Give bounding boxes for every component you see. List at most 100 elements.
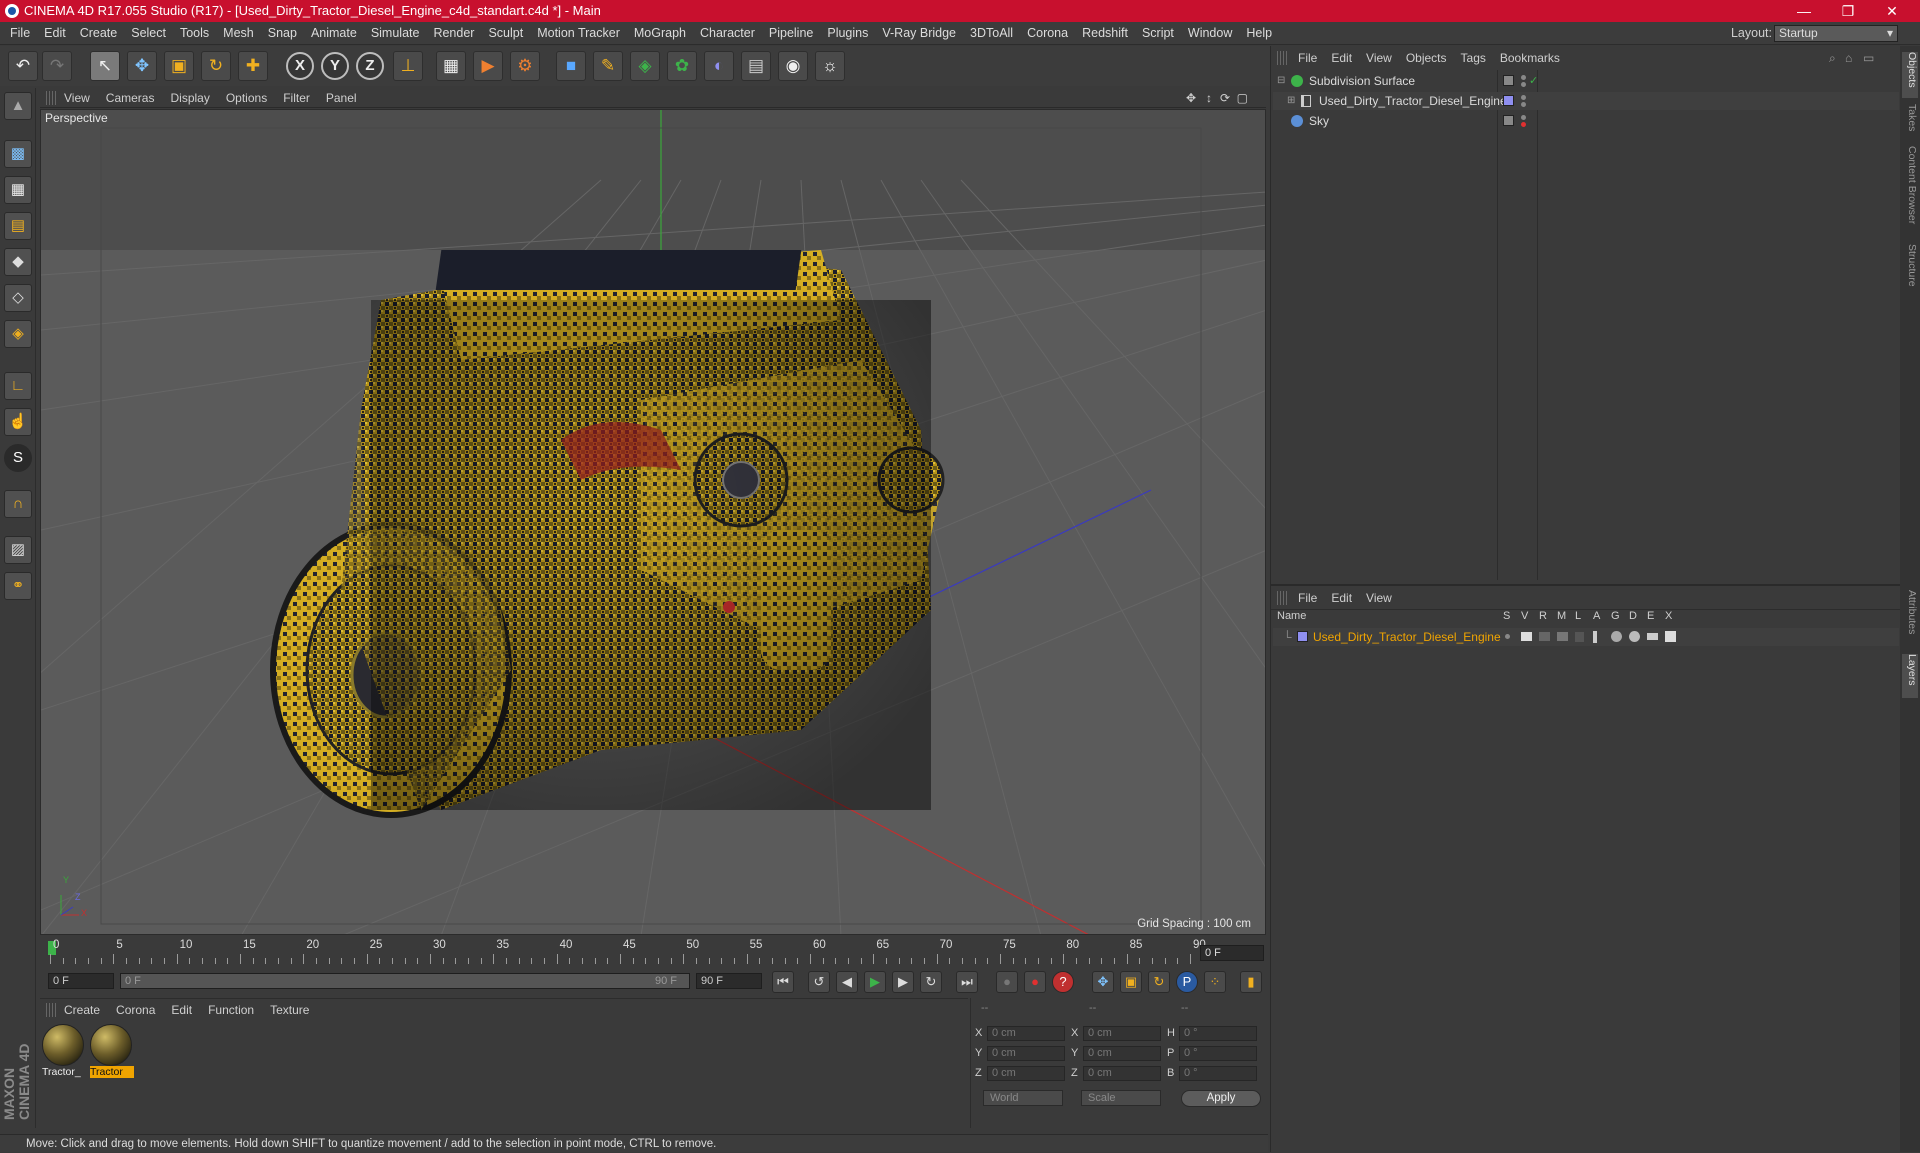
object-row-sky[interactable]: Sky [1273,112,1899,130]
model-mode-icon[interactable]: ▩ [4,140,32,168]
col-deformers[interactable]: D [1629,610,1637,622]
menu-select[interactable]: Select [124,22,173,45]
material-menu-corona[interactable]: Corona [108,999,163,1021]
col-view[interactable]: V [1521,610,1528,622]
next-frame-icon[interactable]: ▶ [892,971,914,993]
viewport-menu-cameras[interactable]: Cameras [98,88,163,108]
render-toggle-icon[interactable] [1539,632,1550,641]
material-menu-function[interactable]: Function [200,999,262,1021]
texture-mode-icon[interactable]: ▦ [4,176,32,204]
camera-object-icon[interactable]: ◉ [778,51,808,81]
preview-range-slider[interactable]: 0 F 90 F [120,973,690,989]
rotation-b-field[interactable]: 0 ° [1179,1066,1257,1081]
y-axis-lock-button[interactable]: Y [321,52,349,80]
x-axis-lock-button[interactable]: X [286,52,314,80]
coordinate-system-button[interactable]: ⊥ [393,51,423,81]
col-render[interactable]: R [1539,610,1547,622]
subdivision-surface-icon[interactable]: ◈ [630,51,660,81]
editor-visibility-dot[interactable] [1521,115,1526,120]
menu-mograph[interactable]: MoGraph [627,22,693,45]
tab-takes[interactable]: Takes [1902,104,1918,140]
editor-visibility-dot[interactable] [1521,75,1526,80]
render-settings-icon[interactable]: ⚙ [510,51,540,81]
material-swatch-selected[interactable]: Tractor [90,1024,134,1080]
menu-tools[interactable]: Tools [173,22,216,45]
viewport-rotate-icon[interactable]: ⟳ [1218,88,1232,108]
close-button[interactable]: ✕ [1870,0,1914,22]
object-row-tractor-engine[interactable]: ⊞ Used_Dirty_Tractor_Diesel_Engine [1273,92,1899,110]
menu-edit[interactable]: Edit [37,22,73,45]
rotation-h-field[interactable]: 0 ° [1179,1026,1257,1041]
menu-motion-tracker[interactable]: Motion Tracker [530,22,627,45]
mograph-array-icon[interactable]: ✿ [667,51,697,81]
menu-mesh[interactable]: Mesh [216,22,261,45]
generators-toggle-icon[interactable] [1611,631,1622,642]
record-keys-icon[interactable]: ● [996,971,1018,993]
col-expressions[interactable]: E [1647,610,1654,622]
key-scale-icon[interactable]: ▣ [1120,971,1142,993]
z-axis-lock-button[interactable]: Z [356,52,384,80]
tab-layers[interactable]: Layers [1902,654,1918,698]
panel-options-icon[interactable]: ▭ [1863,48,1874,68]
col-locked[interactable]: L [1575,610,1581,622]
soft-selection-icon[interactable]: ⚭ [4,572,32,600]
menu-window[interactable]: Window [1181,22,1239,45]
menu-vray-bridge[interactable]: V-Ray Bridge [875,22,963,45]
go-to-start-icon[interactable]: ⏮ [772,971,794,993]
keyframe-help-icon[interactable]: ? [1052,971,1074,993]
solo-toggle[interactable] [1505,634,1510,639]
menu-script[interactable]: Script [1135,22,1181,45]
render-visibility-dot[interactable] [1521,102,1526,107]
layers-menu-edit[interactable]: Edit [1324,588,1359,608]
home-icon[interactable]: ⌂ [1845,48,1852,68]
viewport-menu-view[interactable]: View [56,88,98,108]
layer-tag-icon[interactable] [1503,75,1514,86]
viewport-menu-options[interactable]: Options [218,88,275,108]
tab-structure[interactable]: Structure [1902,244,1918,298]
enabled-check-icon[interactable]: ✓ [1529,72,1538,90]
scale-tool-button[interactable]: ▣ [164,51,194,81]
menu-character[interactable]: Character [693,22,762,45]
key-parameter-icon[interactable]: P [1176,971,1198,993]
layout-dropdown[interactable]: Startup [1774,25,1898,42]
start-frame-field[interactable]: 0 F [48,973,114,989]
viewport-move-icon[interactable]: ✥ [1184,88,1198,108]
menu-3dtoall[interactable]: 3DToAll [963,22,1020,45]
play-icon[interactable]: ▶ [864,971,886,993]
make-editable-icon[interactable]: ▲ [4,92,32,120]
animation-toggle-icon[interactable] [1593,631,1597,643]
rotate-tool-button[interactable]: ↻ [201,51,231,81]
menu-render[interactable]: Render [426,22,481,45]
objects-menu-edit[interactable]: Edit [1324,48,1359,68]
workplane-mode-icon[interactable]: ▤ [4,212,32,240]
layers-menu-view[interactable]: View [1359,588,1399,608]
material-swatch[interactable]: Tractor_ [42,1024,86,1080]
key-points-icon[interactable]: ⁘ [1204,971,1226,993]
menu-snap[interactable]: Snap [261,22,304,45]
add-tool-button[interactable]: ✚ [238,51,268,81]
expressions-toggle-icon[interactable] [1647,633,1658,640]
select-tool-button[interactable]: ↖ [90,51,120,81]
perspective-viewport[interactable]: Y X Z Perspective Grid Spacing : 100 cm [40,109,1266,935]
menu-sculpt[interactable]: Sculpt [481,22,530,45]
editor-visibility-dot[interactable] [1521,95,1526,100]
polygons-mode-icon[interactable]: ◈ [4,320,32,348]
layer-color-swatch[interactable] [1503,95,1514,106]
object-row-subdivision-surface[interactable]: ⊟ Subdivision Surface ✓ [1273,72,1899,90]
material-menu-edit[interactable]: Edit [163,999,200,1021]
viewport-menu-panel[interactable]: Panel [318,88,365,108]
col-manager[interactable]: M [1557,610,1566,622]
material-menu-texture[interactable]: Texture [262,999,317,1021]
menu-animate[interactable]: Animate [304,22,364,45]
search-icon[interactable]: ⌕ [1829,48,1836,68]
undo-button[interactable]: ↶ [8,51,38,81]
size-y-field[interactable]: 0 cm [1083,1046,1161,1061]
menu-redshift[interactable]: Redshift [1075,22,1135,45]
redo-button[interactable]: ↷ [42,51,72,81]
menu-pipeline[interactable]: Pipeline [762,22,820,45]
position-z-field[interactable]: 0 cm [987,1066,1065,1081]
magnet-tool-icon[interactable]: ∩ [4,490,32,518]
cube-primitive-icon[interactable]: ■ [556,51,586,81]
maximize-button[interactable]: ❐ [1826,0,1870,22]
render-visibility-dot[interactable] [1521,82,1526,87]
